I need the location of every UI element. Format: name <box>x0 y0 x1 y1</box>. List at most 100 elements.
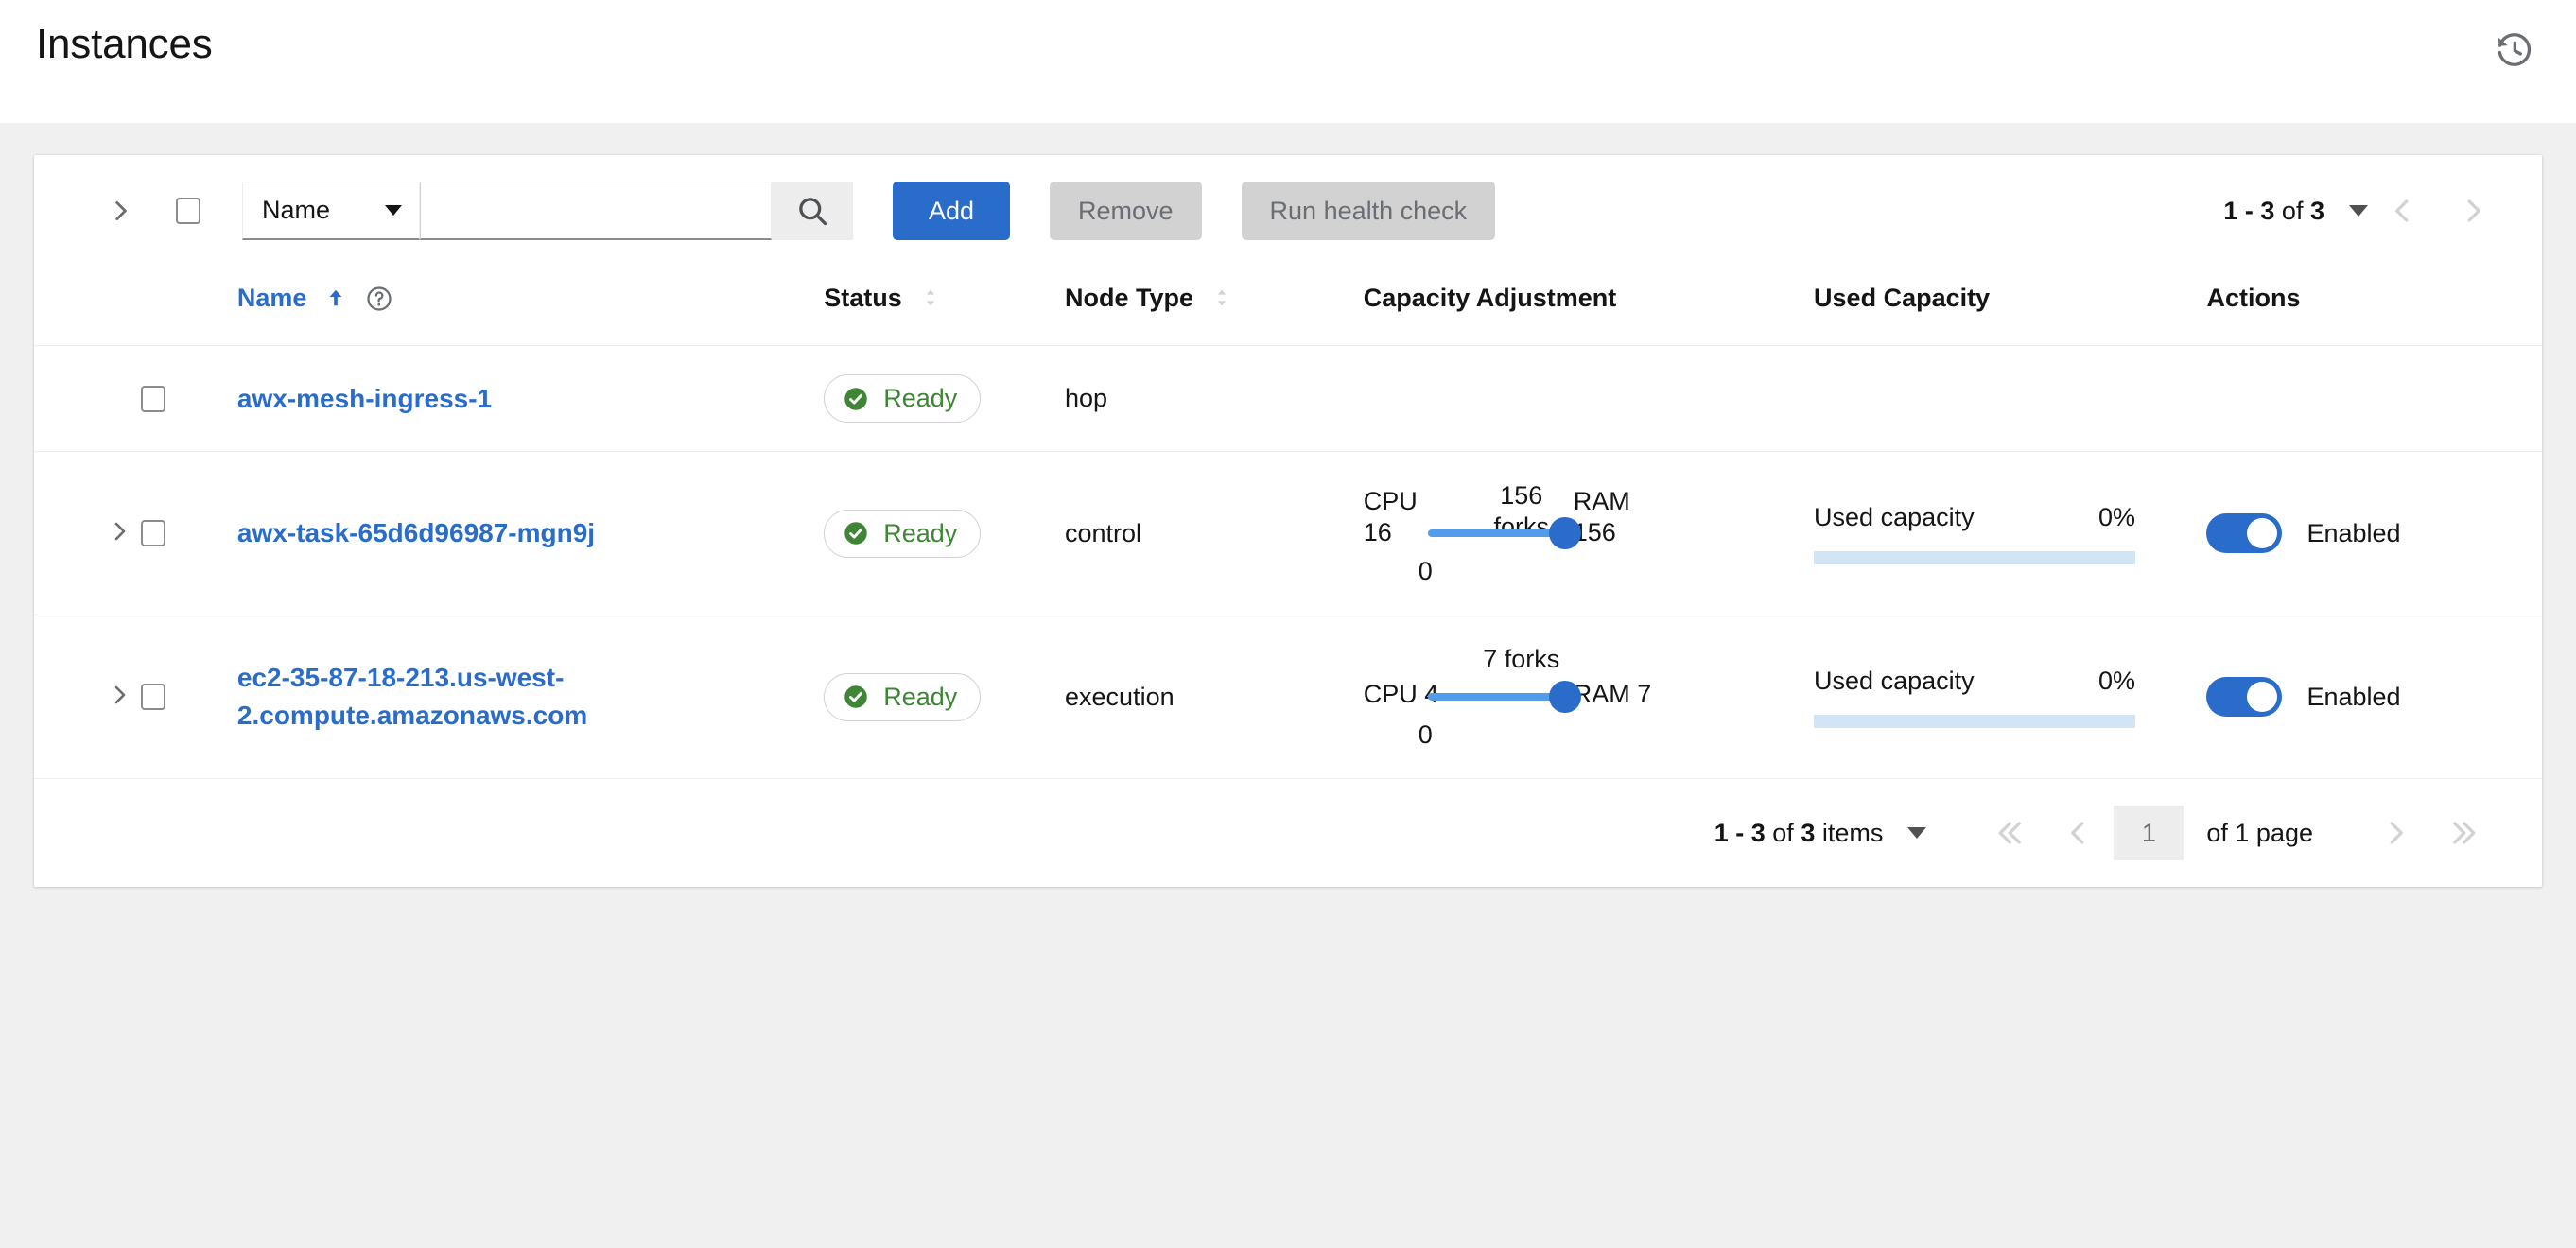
row-expand-icon[interactable] <box>108 520 131 546</box>
remove-button[interactable]: Remove <box>1050 182 1202 240</box>
th-name[interactable]: Name <box>237 267 824 346</box>
last-page-button[interactable] <box>2430 804 2500 862</box>
status-badge-label: Ready <box>883 519 957 548</box>
capacity-slider[interactable] <box>1428 693 1568 701</box>
capacity-slider-thumb[interactable] <box>1549 517 1581 549</box>
filter-attribute-select[interactable]: Name <box>242 182 420 240</box>
page-title: Instances <box>36 21 213 68</box>
table-toolbar: Name Add Remove Run health check 1 - 3 o… <box>34 155 2542 267</box>
history-icon[interactable] <box>2495 30 2534 70</box>
add-button[interactable]: Add <box>893 182 1010 240</box>
capacity-slider-track <box>1428 693 1568 701</box>
previous-page-button[interactable] <box>2044 804 2114 862</box>
search-button[interactable] <box>772 182 853 240</box>
instance-name-link[interactable]: awx-mesh-ingress-1 <box>237 380 492 418</box>
capacity-slider-track <box>1428 529 1568 537</box>
th-name-label: Name <box>237 284 307 313</box>
expand-all-icon[interactable] <box>108 197 132 225</box>
run-health-check-button[interactable]: Run health check <box>1242 182 1496 240</box>
toggle-knob <box>2247 682 2277 712</box>
bottom-pagination-per-page-caret[interactable] <box>1907 827 1926 839</box>
capacity-min-label: 0 <box>1419 557 1433 586</box>
chevron-down-icon <box>385 205 402 216</box>
row-actions-cell: Enabled <box>2206 452 2542 615</box>
used-capacity-bar <box>1814 551 2135 564</box>
th-actions-label: Actions <box>2206 284 2300 312</box>
capacity-ram-label: RAM 7 <box>1574 679 1652 710</box>
toggle-knob <box>2247 518 2277 548</box>
th-status-label: Status <box>824 284 902 313</box>
capacity-min-label: 0 <box>1419 720 1433 750</box>
instance-enabled-toggle[interactable] <box>2206 513 2282 553</box>
filter-attribute-label: Name <box>262 196 330 225</box>
row-capacity-cell <box>1364 346 1814 452</box>
capacity-slider-thumb[interactable] <box>1549 681 1581 713</box>
instance-name-link[interactable]: ec2-35-87-18-213.us-west-2.compute.amazo… <box>237 659 786 735</box>
row-capacity-cell: 156forksCPU16RAM1560 <box>1364 452 1814 615</box>
top-pagination-next-button[interactable] <box>2438 182 2508 240</box>
select-all-checkbox[interactable] <box>176 198 200 224</box>
used-capacity-widget: Used capacity 0% <box>1814 667 2135 728</box>
th-expand <box>34 267 141 346</box>
page-count-label: of 1 page <box>2206 819 2313 848</box>
search-group: Name <box>242 182 853 240</box>
status-badge-label: Ready <box>883 683 957 712</box>
row-node-type-cell: execution <box>1065 615 1364 779</box>
check-circle-icon <box>842 519 870 547</box>
page-header: Instances <box>0 0 2576 123</box>
top-pagination-per-page-caret[interactable] <box>2349 205 2368 217</box>
th-node-type[interactable]: Node Type <box>1065 267 1364 346</box>
th-status[interactable]: Status <box>824 267 1065 346</box>
instances-table: Name Status <box>34 267 2542 778</box>
row-used-capacity-cell: Used capacity0% <box>1814 452 2206 615</box>
first-page-button[interactable] <box>1974 804 2044 862</box>
capacity-slider[interactable] <box>1428 529 1568 537</box>
row-checkbox[interactable] <box>141 684 165 710</box>
row-actions-cell <box>2206 346 2542 452</box>
th-used-capacity-label: Used Capacity <box>1814 284 1990 312</box>
status-badge: Ready <box>824 510 981 558</box>
row-node-type-cell: hop <box>1065 346 1364 452</box>
next-page-button[interactable] <box>2360 804 2430 862</box>
row-expand-cell <box>34 452 141 615</box>
row-select-cell <box>141 346 237 452</box>
help-icon[interactable] <box>365 285 393 313</box>
search-input[interactable] <box>420 182 772 240</box>
row-expand-icon[interactable] <box>108 684 131 710</box>
bottom-pagination: 1 - 3 of 3 items of 1 page <box>34 778 2542 887</box>
table-row: awx-mesh-ingress-1 Readyhop <box>34 346 2542 452</box>
row-select-cell <box>141 452 237 615</box>
used-capacity-label: Used capacity <box>1814 503 1975 532</box>
th-capacity-adjustment-label: Capacity Adjustment <box>1364 284 1617 312</box>
th-actions: Actions <box>2206 267 2542 346</box>
top-pagination: 1 - 3 of 3 <box>2223 182 2508 240</box>
table-body: awx-mesh-ingress-1Readyhopawx-task-65d6d… <box>34 346 2542 779</box>
instance-name-link[interactable]: awx-task-65d6d96987-mgn9j <box>237 514 595 552</box>
row-node-type-cell: control <box>1065 452 1364 615</box>
used-capacity-percent: 0% <box>2098 667 2135 696</box>
used-capacity-bar <box>1814 715 2135 728</box>
sort-both-icon[interactable] <box>1212 285 1231 313</box>
page-body: Name Add Remove Run health check 1 - 3 o… <box>0 123 2576 887</box>
instance-enabled-toggle[interactable] <box>2206 677 2282 717</box>
table-row: ec2-35-87-18-213.us-west-2.compute.amazo… <box>34 615 2542 779</box>
row-select-cell <box>141 615 237 779</box>
row-expand-cell <box>34 615 141 779</box>
top-pagination-prev-button[interactable] <box>2368 182 2438 240</box>
page-number-input[interactable] <box>2114 806 2184 860</box>
row-checkbox[interactable] <box>141 520 165 546</box>
row-status-cell: Ready <box>824 452 1065 615</box>
row-name-cell: ec2-35-87-18-213.us-west-2.compute.amazo… <box>237 615 824 779</box>
capacity-ram-label: RAM156 <box>1574 486 1630 548</box>
capacity-forks-label: 7 forks <box>1466 644 1577 675</box>
top-pagination-summary: 1 - 3 of 3 <box>2223 197 2324 226</box>
th-node-type-label: Node Type <box>1065 284 1193 313</box>
used-capacity-label: Used capacity <box>1814 667 1975 696</box>
row-status-cell: Ready <box>824 346 1065 452</box>
row-used-capacity-cell: Used capacity 0% <box>1814 615 2206 779</box>
sort-both-icon[interactable] <box>921 285 940 313</box>
row-checkbox[interactable] <box>141 386 165 412</box>
check-circle-icon <box>842 683 870 711</box>
sort-ascending-icon[interactable] <box>325 286 346 312</box>
th-used-capacity: Used Capacity <box>1814 267 2206 346</box>
